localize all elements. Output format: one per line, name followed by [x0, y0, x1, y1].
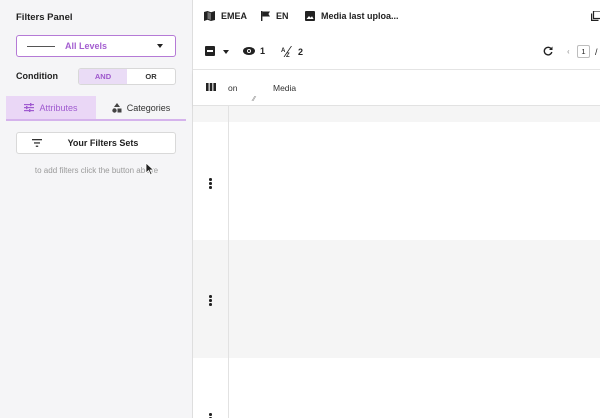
tab-attributes[interactable]: Attributes — [6, 96, 96, 119]
condition-and-option[interactable]: AND — [79, 69, 127, 84]
empty-filters-hint: to add filters click the button above — [34, 166, 159, 175]
chevron-left-icon: ‹ — [567, 47, 570, 56]
grid-action-bar: 1 A Z 2 ‹ 1 / — [193, 34, 600, 70]
region-label: EMEA — [221, 11, 248, 21]
column-header-1[interactable]: on — [228, 83, 237, 93]
flag-icon — [261, 11, 270, 21]
level-select-value: All Levels — [65, 41, 108, 51]
refresh-button[interactable] — [543, 46, 553, 56]
data-grid — [193, 106, 600, 418]
media-label: Media last uploa... — [321, 11, 399, 21]
level-select[interactable]: All Levels — [16, 35, 176, 57]
image-icon — [305, 11, 315, 21]
level-line-indicator — [27, 46, 55, 47]
indeterminate-checkbox-icon — [205, 46, 215, 56]
language-label: EN — [276, 11, 289, 21]
view-columns-icon[interactable] — [206, 83, 216, 91]
visibility-control[interactable]: 1 — [243, 46, 265, 56]
sort-count: 2 — [298, 46, 304, 57]
visible-count: 1 — [260, 46, 266, 56]
prev-page-button[interactable]: ‹ — [567, 47, 570, 56]
language-selector[interactable]: EN — [261, 11, 289, 21]
condition-toggle: AND OR — [78, 68, 176, 85]
row-menu-kebab-icon[interactable] — [209, 178, 212, 190]
page-control: 1 / — [577, 45, 598, 58]
sort-control[interactable]: A Z 2 — [281, 46, 303, 57]
condition-or-option[interactable]: OR — [127, 69, 175, 84]
filters-panel: Filters Panel All Levels Condition AND O… — [0, 0, 193, 418]
map-icon — [204, 11, 215, 21]
row-menu-kebab-icon[interactable] — [209, 295, 212, 307]
row-menu-kebab-icon[interactable] — [209, 413, 212, 418]
panel-title: Filters Panel — [16, 12, 73, 23]
media-selector[interactable]: Media last uploa... — [305, 11, 399, 21]
mouse-cursor-icon — [145, 162, 155, 176]
chevron-down-icon — [157, 44, 163, 48]
filter-sets-button[interactable]: Your Filters Sets — [16, 132, 176, 154]
table-row — [193, 240, 600, 358]
refresh-icon — [543, 46, 553, 56]
tab-attributes-label: Attributes — [39, 102, 78, 113]
shapes-icon — [112, 102, 122, 113]
eye-icon — [243, 47, 255, 55]
region-selector[interactable]: EMEA — [204, 11, 247, 21]
top-toolbar: EMEA EN Media last uploa... — [193, 0, 600, 34]
select-all-checkbox[interactable] — [205, 46, 215, 56]
column-header-media[interactable]: Media — [273, 83, 296, 93]
library-button[interactable] — [591, 11, 600, 21]
page-separator: / — [595, 46, 598, 57]
filter-sets-label: Your Filters Sets — [67, 138, 139, 148]
pinned-column-divider — [228, 106, 229, 418]
table-row — [193, 106, 600, 122]
table-row — [193, 358, 600, 418]
caret-down-icon — [223, 50, 229, 54]
grid-column-header: on ⁄⁄ Media — [193, 70, 600, 106]
condition-label: Condition — [16, 71, 58, 81]
library-icon — [591, 11, 600, 21]
table-row — [193, 122, 600, 240]
tab-categories-label: Categories — [126, 102, 171, 113]
select-menu-toggle[interactable] — [223, 50, 229, 54]
tab-categories[interactable]: Categories — [96, 96, 186, 119]
filter-tabs: Attributes Categories — [6, 96, 186, 121]
page-input[interactable]: 1 — [577, 45, 590, 58]
column-resize-handle[interactable]: ⁄⁄ — [253, 96, 255, 103]
tune-icon — [24, 103, 35, 112]
sort-az-icon: A Z — [281, 46, 292, 57]
